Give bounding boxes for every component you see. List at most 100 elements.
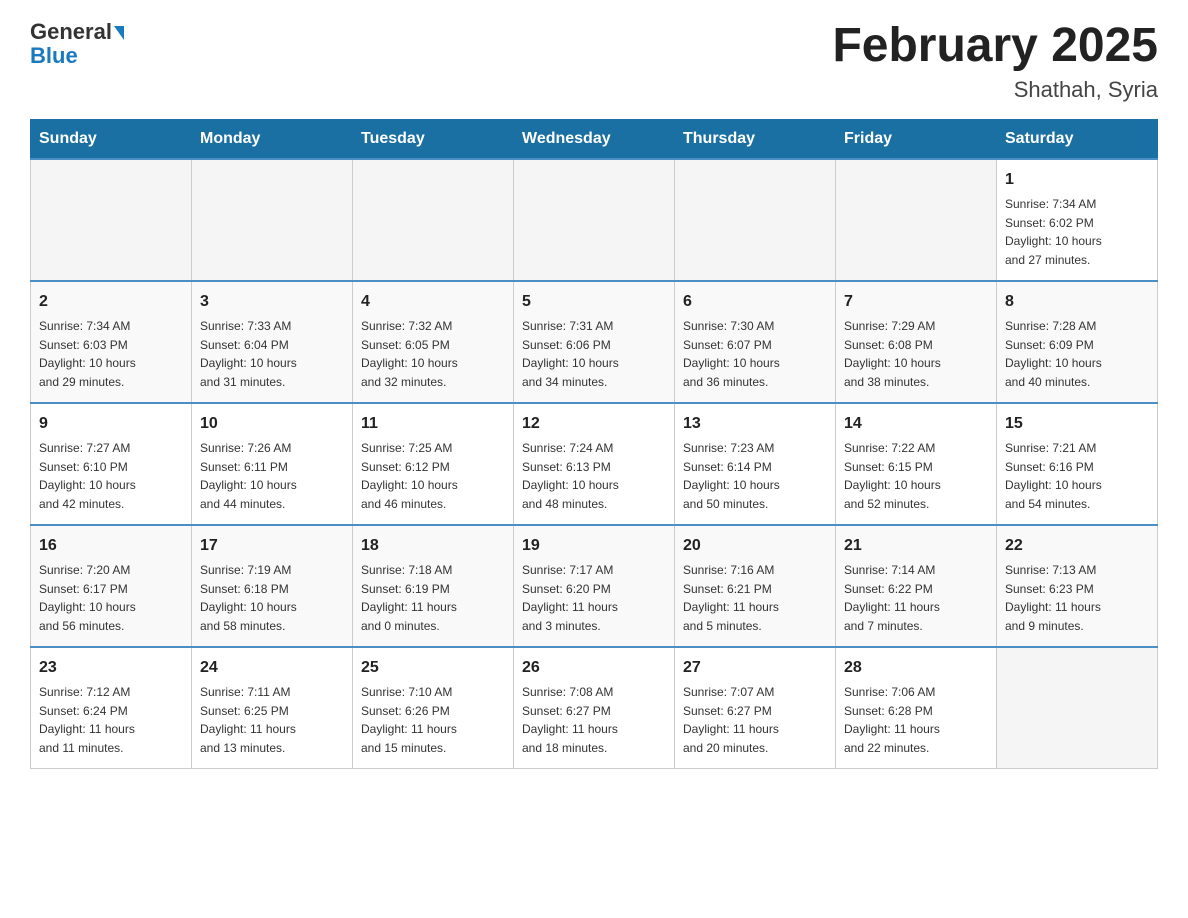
day-number: 2 <box>39 290 183 314</box>
title-block: February 2025 Shathah, Syria <box>832 20 1158 103</box>
calendar-cell: 6 Sunrise: 7:30 AM Sunset: 6:07 PM Daylig… <box>675 281 836 403</box>
day-number: 6 <box>683 290 827 314</box>
day-of-week-header: Monday <box>192 119 353 159</box>
day-info: Sunrise: 7:16 AM Sunset: 6:21 PM Dayligh… <box>683 563 779 633</box>
day-info: Sunrise: 7:08 AM Sunset: 6:27 PM Dayligh… <box>522 685 618 755</box>
page-subtitle: Shathah, Syria <box>832 77 1158 103</box>
day-number: 9 <box>39 412 183 436</box>
day-number: 26 <box>522 656 666 680</box>
day-info: Sunrise: 7:28 AM Sunset: 6:09 PM Dayligh… <box>1005 319 1102 389</box>
calendar-cell <box>997 647 1158 769</box>
day-info: Sunrise: 7:32 AM Sunset: 6:05 PM Dayligh… <box>361 319 458 389</box>
day-info: Sunrise: 7:17 AM Sunset: 6:20 PM Dayligh… <box>522 563 618 633</box>
calendar-week-row: 1 Sunrise: 7:34 AM Sunset: 6:02 PM Daylig… <box>31 159 1158 281</box>
calendar-cell: 4 Sunrise: 7:32 AM Sunset: 6:05 PM Daylig… <box>353 281 514 403</box>
calendar-header-row: SundayMondayTuesdayWednesdayThursdayFrid… <box>31 119 1158 159</box>
calendar-cell: 18 Sunrise: 7:18 AM Sunset: 6:19 PM Dayli… <box>353 525 514 647</box>
calendar-week-row: 9 Sunrise: 7:27 AM Sunset: 6:10 PM Daylig… <box>31 403 1158 525</box>
calendar-cell: 15Sunrise: 7:21 AM Sunset: 6:16 PM Dayli… <box>997 403 1158 525</box>
calendar-cell: 2 Sunrise: 7:34 AM Sunset: 6:03 PM Daylig… <box>31 281 192 403</box>
calendar-cell: 10 Sunrise: 7:26 AM Sunset: 6:11 PM Dayli… <box>192 403 353 525</box>
day-number: 18 <box>361 534 505 558</box>
day-number: 10 <box>200 412 344 436</box>
day-of-week-header: Saturday <box>997 119 1158 159</box>
calendar-cell: 12 Sunrise: 7:24 AM Sunset: 6:13 PM Dayli… <box>514 403 675 525</box>
day-info: Sunrise: 7:25 AM Sunset: 6:12 PM Dayligh… <box>361 441 458 511</box>
calendar-cell: 20 Sunrise: 7:16 AM Sunset: 6:21 PM Dayli… <box>675 525 836 647</box>
day-info: Sunrise: 7:22 AM Sunset: 6:15 PM Dayligh… <box>844 441 941 511</box>
calendar-week-row: 2 Sunrise: 7:34 AM Sunset: 6:03 PM Daylig… <box>31 281 1158 403</box>
day-info: Sunrise: 7:06 AM Sunset: 6:28 PM Dayligh… <box>844 685 940 755</box>
day-number: 4 <box>361 290 505 314</box>
calendar-cell <box>836 159 997 281</box>
calendar-cell: 24Sunrise: 7:11 AM Sunset: 6:25 PM Dayli… <box>192 647 353 769</box>
calendar-cell: 7 Sunrise: 7:29 AM Sunset: 6:08 PM Daylig… <box>836 281 997 403</box>
calendar-cell: 16 Sunrise: 7:20 AM Sunset: 6:17 PM Dayli… <box>31 525 192 647</box>
day-number: 13 <box>683 412 827 436</box>
day-info: Sunrise: 7:29 AM Sunset: 6:08 PM Dayligh… <box>844 319 941 389</box>
day-number: 23 <box>39 656 183 680</box>
calendar-week-row: 16 Sunrise: 7:20 AM Sunset: 6:17 PM Dayli… <box>31 525 1158 647</box>
calendar-cell <box>514 159 675 281</box>
logo: GeneralBlue <box>30 20 124 68</box>
calendar-cell: 5Sunrise: 7:31 AM Sunset: 6:06 PM Daylig… <box>514 281 675 403</box>
day-of-week-header: Sunday <box>31 119 192 159</box>
day-number: 17 <box>200 534 344 558</box>
day-info: Sunrise: 7:30 AM Sunset: 6:07 PM Dayligh… <box>683 319 780 389</box>
day-number: 16 <box>39 534 183 558</box>
day-number: 19 <box>522 534 666 558</box>
day-number: 12 <box>522 412 666 436</box>
calendar-cell: 9 Sunrise: 7:27 AM Sunset: 6:10 PM Daylig… <box>31 403 192 525</box>
day-info: Sunrise: 7:26 AM Sunset: 6:11 PM Dayligh… <box>200 441 297 511</box>
day-info: Sunrise: 7:07 AM Sunset: 6:27 PM Dayligh… <box>683 685 779 755</box>
calendar-cell: 13 Sunrise: 7:23 AM Sunset: 6:14 PM Dayli… <box>675 403 836 525</box>
calendar-cell <box>31 159 192 281</box>
day-number: 1 <box>1005 168 1149 192</box>
day-info: Sunrise: 7:33 AM Sunset: 6:04 PM Dayligh… <box>200 319 297 389</box>
day-number: 5 <box>522 290 666 314</box>
day-info: Sunrise: 7:18 AM Sunset: 6:19 PM Dayligh… <box>361 563 457 633</box>
day-number: 3 <box>200 290 344 314</box>
day-number: 20 <box>683 534 827 558</box>
day-number: 11 <box>361 412 505 436</box>
logo-text: GeneralBlue <box>30 20 124 68</box>
calendar-cell: 27 Sunrise: 7:07 AM Sunset: 6:27 PM Dayli… <box>675 647 836 769</box>
day-info: Sunrise: 7:23 AM Sunset: 6:14 PM Dayligh… <box>683 441 780 511</box>
day-of-week-header: Friday <box>836 119 997 159</box>
page-title: February 2025 <box>832 20 1158 73</box>
calendar-cell: 23 Sunrise: 7:12 AM Sunset: 6:24 PM Dayli… <box>31 647 192 769</box>
calendar-cell: 28 Sunrise: 7:06 AM Sunset: 6:28 PM Dayli… <box>836 647 997 769</box>
calendar-week-row: 23 Sunrise: 7:12 AM Sunset: 6:24 PM Dayli… <box>31 647 1158 769</box>
day-info: Sunrise: 7:34 AM Sunset: 6:03 PM Dayligh… <box>39 319 136 389</box>
day-info: Sunrise: 7:24 AM Sunset: 6:13 PM Dayligh… <box>522 441 619 511</box>
day-number: 21 <box>844 534 988 558</box>
calendar-cell: 14Sunrise: 7:22 AM Sunset: 6:15 PM Dayli… <box>836 403 997 525</box>
day-info: Sunrise: 7:10 AM Sunset: 6:26 PM Dayligh… <box>361 685 457 755</box>
day-number: 7 <box>844 290 988 314</box>
day-info: Sunrise: 7:12 AM Sunset: 6:24 PM Dayligh… <box>39 685 135 755</box>
day-of-week-header: Thursday <box>675 119 836 159</box>
day-number: 27 <box>683 656 827 680</box>
day-number: 25 <box>361 656 505 680</box>
calendar-cell <box>353 159 514 281</box>
calendar-cell: 25 Sunrise: 7:10 AM Sunset: 6:26 PM Dayli… <box>353 647 514 769</box>
day-info: Sunrise: 7:14 AM Sunset: 6:22 PM Dayligh… <box>844 563 940 633</box>
day-of-week-header: Wednesday <box>514 119 675 159</box>
calendar-cell: 1 Sunrise: 7:34 AM Sunset: 6:02 PM Daylig… <box>997 159 1158 281</box>
calendar-cell <box>192 159 353 281</box>
day-number: 24 <box>200 656 344 680</box>
calendar-table: SundayMondayTuesdayWednesdayThursdayFrid… <box>30 119 1158 769</box>
calendar-cell: 21 Sunrise: 7:14 AM Sunset: 6:22 PM Dayli… <box>836 525 997 647</box>
calendar-cell: 8Sunrise: 7:28 AM Sunset: 6:09 PM Daylig… <box>997 281 1158 403</box>
day-info: Sunrise: 7:20 AM Sunset: 6:17 PM Dayligh… <box>39 563 136 633</box>
day-number: 15 <box>1005 412 1149 436</box>
calendar-cell: 17Sunrise: 7:19 AM Sunset: 6:18 PM Dayli… <box>192 525 353 647</box>
day-info: Sunrise: 7:34 AM Sunset: 6:02 PM Dayligh… <box>1005 197 1102 267</box>
calendar-cell <box>675 159 836 281</box>
day-info: Sunrise: 7:27 AM Sunset: 6:10 PM Dayligh… <box>39 441 136 511</box>
day-number: 28 <box>844 656 988 680</box>
calendar-cell: 3 Sunrise: 7:33 AM Sunset: 6:04 PM Daylig… <box>192 281 353 403</box>
calendar-cell: 22Sunrise: 7:13 AM Sunset: 6:23 PM Dayli… <box>997 525 1158 647</box>
calendar-cell: 11 Sunrise: 7:25 AM Sunset: 6:12 PM Dayli… <box>353 403 514 525</box>
page-header: GeneralBlue February 2025 Shathah, Syria <box>30 20 1158 103</box>
